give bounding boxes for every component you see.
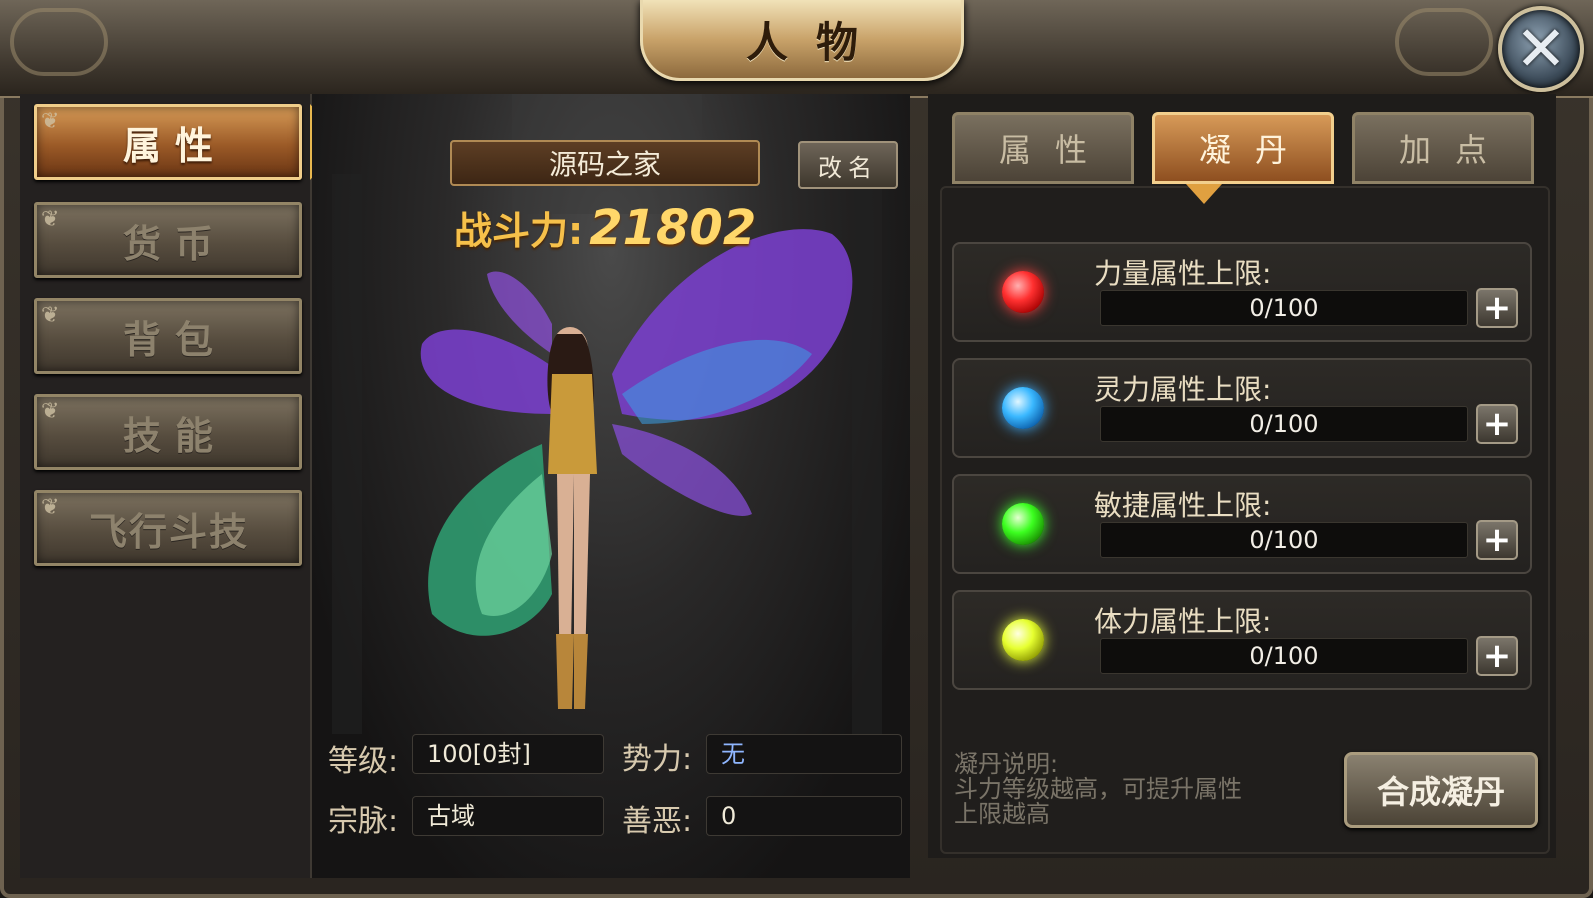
plus-icon: + — [1482, 520, 1512, 560]
add-stamina-button[interactable]: + — [1476, 636, 1518, 676]
scroll-ornament-icon: ❦ — [41, 207, 60, 232]
plus-icon: + — [1482, 404, 1512, 444]
faction-field: 无 — [706, 734, 902, 774]
combat-power: 战斗力 : 21802 — [454, 200, 756, 256]
karma-field: 0 — [706, 796, 902, 836]
lineage-label: 宗脉: — [328, 804, 399, 839]
add-agility-button[interactable]: + — [1476, 520, 1518, 560]
yellow-orb-icon — [1002, 619, 1044, 661]
green-orb-icon — [1002, 503, 1044, 545]
nav-item-currency[interactable]: ❦ 货币 — [34, 202, 302, 278]
nav-item-bag[interactable]: ❦ 背包 — [34, 298, 302, 374]
character-name-field: 源码之家 — [450, 140, 760, 186]
rename-label: 改名 — [818, 153, 878, 182]
rename-button[interactable]: 改名 — [798, 141, 898, 189]
scroll-ornament-icon: ❦ — [41, 109, 60, 134]
blue-orb-icon — [1002, 387, 1044, 429]
level-label: 等级: — [328, 744, 399, 779]
tab-label: 凝丹 — [1198, 131, 1311, 169]
tab-pointer-icon — [1186, 184, 1222, 204]
ornament-right — [1395, 8, 1493, 76]
attr-progress-bar: 0/100 — [1100, 638, 1468, 674]
red-orb-icon — [1002, 271, 1044, 313]
condense-description: 凝丹说明: 斗力等级越高，可提升属性 上限越高 — [954, 752, 1274, 827]
close-button[interactable]: ✕ — [1498, 6, 1584, 92]
nav-item-label: 飞行斗技 — [88, 508, 249, 554]
attr-progress-bar: 0/100 — [1100, 406, 1468, 442]
description-title: 凝丹说明: — [954, 750, 1059, 778]
combat-power-value: 21802 — [589, 200, 757, 256]
description-line: 斗力等级越高，可提升属性 — [954, 775, 1242, 803]
window-title: 人物 — [745, 17, 886, 67]
tab-label: 属性 — [998, 131, 1111, 169]
attr-row-strength: 力量属性上限: 0/100 + — [952, 242, 1532, 342]
combine-pill-button[interactable]: 合成凝丹 — [1344, 752, 1538, 828]
ornament-left — [10, 8, 108, 76]
scroll-ornament-icon: ❦ — [41, 303, 60, 328]
nav-item-attributes[interactable]: ❦ 属性 — [34, 104, 302, 180]
tab-label: 加点 — [1398, 131, 1511, 169]
scroll-ornament-icon: ❦ — [41, 399, 60, 424]
nav-item-flight-combat[interactable]: ❦ 飞行斗技 — [34, 490, 302, 566]
nav-item-skills[interactable]: ❦ 技能 — [34, 394, 302, 470]
close-x-icon: ✕ — [1515, 12, 1567, 85]
nav-item-label: 背包 — [122, 316, 227, 362]
attr-value: 0/100 — [1249, 526, 1319, 554]
nav-item-label: 货币 — [122, 220, 227, 266]
combat-power-label: 战斗力 — [454, 208, 569, 253]
attr-label: 灵力属性上限: — [1094, 373, 1272, 406]
combine-pill-label: 合成凝丹 — [1376, 773, 1505, 811]
attr-progress-bar: 0/100 — [1100, 290, 1468, 326]
plus-icon: + — [1482, 636, 1512, 676]
combat-power-colon: : — [568, 209, 584, 253]
faction-label: 势力: — [622, 742, 693, 777]
add-strength-button[interactable]: + — [1476, 288, 1518, 328]
level-field: 100[0封] — [412, 734, 604, 774]
tab-condense-pill[interactable]: 凝丹 — [1152, 112, 1334, 184]
lineage-field: 古域 — [412, 796, 604, 836]
attr-progress-bar: 0/100 — [1100, 522, 1468, 558]
attr-value: 0/100 — [1249, 642, 1319, 670]
add-spirit-button[interactable]: + — [1476, 404, 1518, 444]
attr-value: 0/100 — [1249, 410, 1319, 438]
attr-row-spirit: 灵力属性上限: 0/100 + — [952, 358, 1532, 458]
tab-add-points[interactable]: 加点 — [1352, 112, 1534, 184]
character-name: 源码之家 — [548, 148, 661, 181]
plus-icon: + — [1482, 288, 1512, 328]
attr-label: 敏捷属性上限: — [1094, 489, 1272, 522]
attr-label: 体力属性上限: — [1094, 605, 1272, 638]
tab-attributes[interactable]: 属性 — [952, 112, 1134, 184]
description-line: 上限越高 — [954, 800, 1050, 828]
attr-row-agility: 敏捷属性上限: 0/100 + — [952, 474, 1532, 574]
nav-item-label: 属性 — [122, 122, 227, 168]
attr-row-stamina: 体力属性上限: 0/100 + — [952, 590, 1532, 690]
karma-label: 善恶: — [622, 804, 693, 839]
attr-label: 力量属性上限: — [1094, 257, 1272, 290]
attr-value: 0/100 — [1249, 294, 1319, 322]
title-plate: 人物 — [640, 0, 964, 81]
scroll-ornament-icon: ❦ — [41, 495, 60, 520]
nav-item-label: 技能 — [122, 412, 227, 458]
